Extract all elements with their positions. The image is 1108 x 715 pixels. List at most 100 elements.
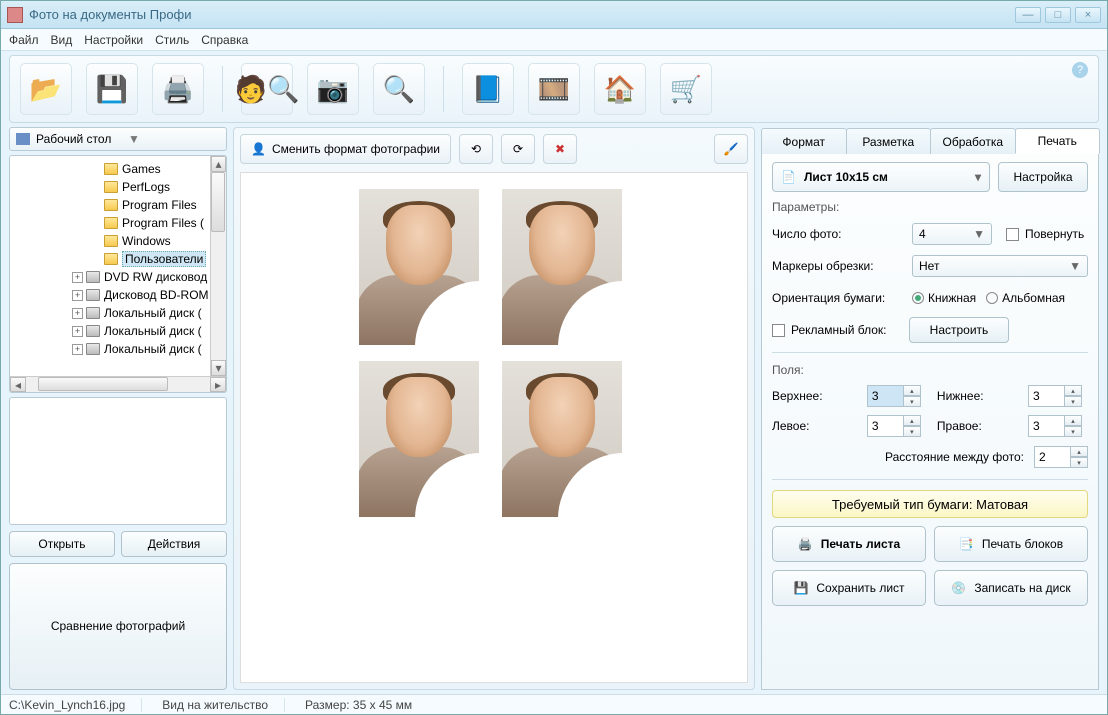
disc-icon: 💿 [951,581,966,595]
rotate-checkbox[interactable] [1006,228,1019,241]
right-panel: Формат Разметка Обработка Печать 📄 Лист … [761,127,1099,690]
page-size-select[interactable]: 📄 Лист 10x15 см ▾ [772,162,990,192]
folder-tree[interactable]: GamesPerfLogsProgram FilesProgram Files … [9,155,227,393]
cart-icon: 🛒 [670,74,702,105]
tab-print[interactable]: Печать [1015,128,1101,154]
preview-pane [9,397,227,525]
help-icon[interactable]: ? [1072,62,1088,78]
page-size-label: Лист 10x15 см [804,170,888,184]
tab-processing[interactable]: Обработка [930,128,1016,154]
change-format-button[interactable]: 👤Сменить формат фотографии [240,134,451,164]
location-combo[interactable]: Рабочий стол ▼ [9,127,227,151]
rotate-right-button[interactable]: ⟳ [501,134,535,164]
margin-bottom-input[interactable]: ▴▾ [1028,385,1082,407]
statusbar: C:\Kevin_Lynch16.jpg Вид на жительство Р… [1,694,1107,714]
tabs: Формат Разметка Обработка Печать [761,127,1099,154]
chevron-down-icon: ▼ [128,132,220,146]
tree-node[interactable]: Games [10,160,226,178]
tree-node[interactable]: +Локальный диск ( [10,322,226,340]
app-icon [7,7,23,23]
floppy-icon: 💾 [96,74,128,105]
adblock-checkbox[interactable] [772,324,785,337]
minimize-button[interactable]: — [1015,7,1041,23]
folder-icon: 📂 [30,74,62,105]
brush-button[interactable]: 🖌️ [714,134,748,164]
menu-file[interactable]: Файл [9,33,39,47]
book-icon: 📘 [472,74,504,105]
crop-markers-select[interactable]: Нет▼ [912,255,1088,277]
photo-slot [359,361,479,517]
tree-node[interactable]: Program Files [10,196,226,214]
brush-icon: 🖌️ [724,142,739,156]
cart-button[interactable]: 🛒 [660,63,712,115]
margin-right-input[interactable]: ▴▾ [1028,415,1082,437]
tree-node[interactable]: Program Files ( [10,214,226,232]
camera-button[interactable]: 📷 [307,63,359,115]
user-search-button[interactable]: 🧑‍🔍 [241,63,293,115]
main-toolbar: 📂 💾 🖨️ 🧑‍🔍 📷 🔍 📘 🎞️ 🏠 🛒 ? [9,55,1099,123]
center-panel: 👤Сменить формат фотографии ⟲ ⟳ ✖ 🖌️ [233,127,755,690]
print-canvas [240,172,748,683]
photo-count-select[interactable]: 4▼ [912,223,992,245]
actions-button[interactable]: Действия [121,531,227,557]
menu-view[interactable]: Вид [51,33,73,47]
status-type: Вид на жительство [162,698,285,712]
tree-node[interactable]: +DVD RW дисковод [10,268,226,286]
photo-gap-input[interactable]: ▴▾ [1034,446,1088,468]
margin-top-input[interactable]: ▴▾ [867,385,921,407]
video-button[interactable]: 🎞️ [528,63,580,115]
open-button[interactable]: Открыть [9,531,115,557]
tree-node[interactable]: Windows [10,232,226,250]
save-button[interactable]: 💾 [86,63,138,115]
tab-layout[interactable]: Разметка [846,128,932,154]
tab-format[interactable]: Формат [761,128,847,154]
printer-icon: 🖨️ [798,537,813,551]
compare-button[interactable]: Сравнение фотографий [9,563,227,691]
open-folder-button[interactable]: 📂 [20,63,72,115]
delete-button[interactable]: ✖ [543,134,577,164]
maximize-button[interactable]: □ [1045,7,1071,23]
paper-type-label: Требуемый тип бумаги: Матовая [772,490,1088,518]
tree-node[interactable]: Пользователи [10,250,226,268]
rotate-right-icon: ⟳ [513,142,523,156]
titlebar: Фото на документы Профи — □ × [1,1,1107,29]
floppy-icon: 💾 [793,581,808,595]
rotate-left-icon: ⟲ [471,142,481,156]
home-icon: 🏠 [604,74,636,105]
burn-disc-button[interactable]: 💿Записать на диск [934,570,1088,606]
tree-node[interactable]: +Дисковод BD-ROM [10,286,226,304]
zoom-button[interactable]: 🔍 [373,63,425,115]
tree-node[interactable]: PerfLogs [10,178,226,196]
desktop-icon [16,133,30,145]
home-button[interactable]: 🏠 [594,63,646,115]
user-search-icon: 🧑‍🔍 [235,74,300,105]
tree-node[interactable]: +Локальный диск ( [10,340,226,358]
orientation-portrait-radio[interactable]: Книжная [912,291,976,305]
menu-help[interactable]: Справка [201,33,248,47]
camera-icon: 📷 [317,74,349,105]
save-sheet-button[interactable]: 💾Сохранить лист [772,570,926,606]
photo-slot [502,189,622,345]
menu-settings[interactable]: Настройки [84,33,143,47]
print-button[interactable]: 🖨️ [152,63,204,115]
close-button[interactable]: × [1075,7,1101,23]
margin-left-input[interactable]: ▴▾ [867,415,921,437]
film-icon: 🎞️ [538,74,570,105]
menubar: Файл Вид Настройки Стиль Справка [1,29,1107,51]
location-label: Рабочий стол [36,132,128,146]
adblock-configure-button[interactable]: Настроить [909,317,1009,343]
delete-icon: ✖ [555,142,565,156]
orientation-landscape-radio[interactable]: Альбомная [986,291,1065,305]
print-sheet-button[interactable]: 🖨️Печать листа [772,526,926,562]
print-blocks-button[interactable]: 📑Печать блоков [934,526,1088,562]
tree-vscrollbar[interactable]: ▴▾ [210,156,226,376]
tree-hscrollbar[interactable]: ◂▸ [10,376,226,392]
rotate-left-button[interactable]: ⟲ [459,134,493,164]
photo-slot [359,189,479,345]
tree-node[interactable]: +Локальный диск ( [10,304,226,322]
menu-style[interactable]: Стиль [155,33,189,47]
window-title: Фото на документы Профи [29,7,1015,22]
page-configure-button[interactable]: Настройка [998,162,1088,192]
user-icon: 👤 [251,142,266,156]
help-book-button[interactable]: 📘 [462,63,514,115]
